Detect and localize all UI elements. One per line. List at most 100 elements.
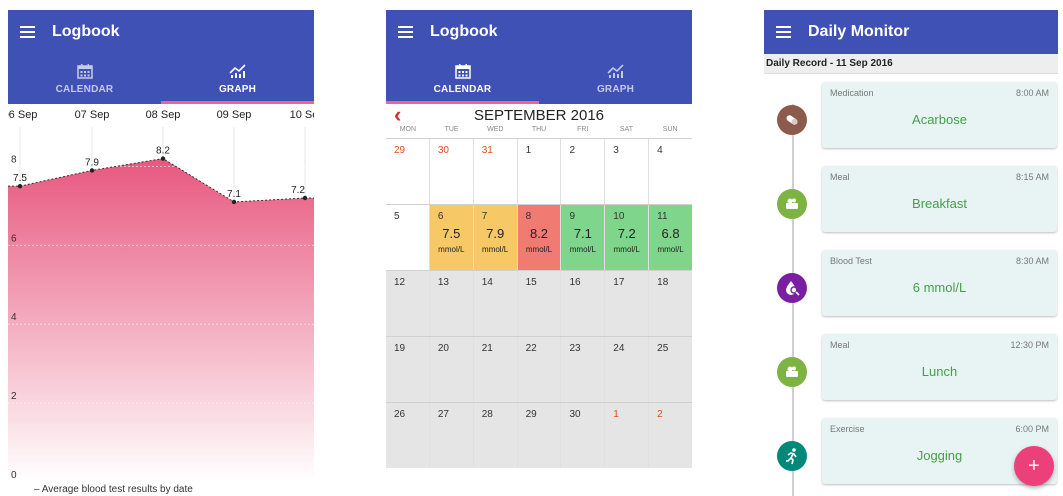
tab-calendar[interactable]: CALENDAR xyxy=(386,54,539,104)
day-number: 4 xyxy=(657,145,663,156)
date-label: 10 Se xyxy=(289,109,314,121)
weekday-label: MON xyxy=(399,126,417,133)
day-number: 3 xyxy=(613,145,619,156)
month-title: SEPTEMBER 2016 xyxy=(473,106,605,124)
data-point[interactable] xyxy=(17,183,23,189)
calendar-week: 29 30 31 1 2 3 4 xyxy=(386,138,692,204)
data-point[interactable] xyxy=(231,199,237,205)
calendar-day[interactable]: 6 7.5 mmol/L xyxy=(428,205,473,270)
tab-calendar[interactable]: CALENDAR xyxy=(8,54,161,104)
calendar-day[interactable]: 24 xyxy=(604,337,649,402)
calendar-day[interactable]: 27 xyxy=(428,403,473,468)
calendar-day[interactable]: 17 xyxy=(604,271,649,336)
y-tick-label: 4 xyxy=(11,312,17,323)
day-number: 30 xyxy=(569,409,581,420)
tab-label: CALENDAR xyxy=(55,84,114,95)
weekday-label: SUN xyxy=(662,126,678,133)
calendar-day[interactable]: 30 xyxy=(560,403,605,468)
day-number: 11 xyxy=(657,211,668,222)
calendar-day[interactable]: 8 8.2 mmol/L xyxy=(516,205,561,270)
calendar-week: 19 20 21 22 23 24 25 xyxy=(386,336,692,402)
data-point[interactable] xyxy=(302,195,308,201)
calendar-day[interactable]: 5 xyxy=(386,205,429,270)
entry-time: 8:15 AM xyxy=(1015,172,1049,182)
glucose-unit: mmol/L xyxy=(438,245,465,254)
glucose-unit: mmol/L xyxy=(525,245,553,254)
day-number: 2 xyxy=(657,409,663,420)
menu-icon[interactable] xyxy=(20,26,35,38)
calendar-day[interactable]: 4 xyxy=(648,139,692,204)
data-label: 7.9 xyxy=(85,157,99,168)
calendar-day[interactable]: 3 xyxy=(604,139,649,204)
calendar-day[interactable]: 15 xyxy=(516,271,561,336)
entry-card[interactable]: Blood Test 8:30 AM 6 mmol/L xyxy=(822,250,1057,316)
calendar-day[interactable]: 2 xyxy=(560,139,605,204)
day-number: 6 xyxy=(437,211,444,222)
data-point[interactable] xyxy=(160,156,166,161)
glucose-value: 7.2 xyxy=(617,226,636,241)
calendar-day[interactable]: 9 7.1 mmol/L xyxy=(560,205,605,270)
calendar-day[interactable]: 25 xyxy=(648,337,692,402)
entry-value: Breakfast xyxy=(912,196,967,211)
day-number: 29 xyxy=(525,409,537,420)
calendar-day[interactable]: 26 xyxy=(386,403,429,468)
day-number: 25 xyxy=(657,343,669,354)
entry-type: Blood Test xyxy=(830,256,872,266)
y-tick-label: 0 xyxy=(11,470,17,481)
calendar-day[interactable]: 16 xyxy=(560,271,605,336)
weekday-label: TUE xyxy=(444,126,459,133)
calendar-day[interactable]: 19 xyxy=(386,337,429,402)
entry-card[interactable]: Medication 8:00 AM Acarbose xyxy=(822,82,1057,148)
calendar-day[interactable]: 2 xyxy=(648,403,692,468)
date-label: 08 Sep xyxy=(145,109,181,121)
app-title: Daily Monitor xyxy=(808,23,910,40)
tab-graph[interactable]: GRAPH xyxy=(161,54,314,104)
calendar-day[interactable]: 7 7.9 mmol/L xyxy=(472,205,517,270)
calendar-day[interactable]: 29 xyxy=(386,139,429,204)
data-point[interactable] xyxy=(89,168,95,173)
calendar-day[interactable]: 1 xyxy=(604,403,649,468)
calendar-day[interactable]: 13 xyxy=(428,271,473,336)
day-number: 29 xyxy=(394,145,406,156)
calendar-day[interactable]: 21 xyxy=(472,337,517,402)
add-entry-button[interactable]: + xyxy=(1014,446,1054,486)
day-number: 2 xyxy=(569,145,575,156)
entry-card[interactable]: Meal 8:15 AM Breakfast xyxy=(822,166,1057,232)
tab-label: GRAPH xyxy=(596,84,635,95)
glucose-unit: mmol/L xyxy=(569,245,596,254)
calendar-day[interactable]: 14 xyxy=(472,271,517,336)
date-label: 09 Sep xyxy=(216,109,252,121)
menu-icon[interactable] xyxy=(776,26,791,38)
series-area xyxy=(8,158,314,483)
pill-icon xyxy=(777,105,807,135)
calendar-day[interactable]: 29 xyxy=(516,403,561,468)
entry-time: 12:30 PM xyxy=(1010,340,1049,350)
calendar-icon xyxy=(76,64,93,79)
calendar-day[interactable]: 30 xyxy=(428,139,473,204)
tab-graph[interactable]: GRAPH xyxy=(539,54,692,104)
menu-icon[interactable] xyxy=(398,26,413,38)
chevron-left-icon[interactable]: ‹ xyxy=(394,104,401,126)
tab-label: CALENDAR xyxy=(433,84,492,95)
app-bar: Daily Monitor xyxy=(764,10,1058,54)
calendar-day[interactable]: 22 xyxy=(516,337,561,402)
calendar-day[interactable]: 31 xyxy=(472,139,517,204)
calendar-day[interactable]: 11 6.8 mmol/L xyxy=(648,205,692,270)
calendar-day[interactable]: 1 xyxy=(516,139,561,204)
glucose-value: 8.2 xyxy=(529,226,549,241)
calendar-day[interactable]: 28 xyxy=(472,403,517,468)
blood-test-chart[interactable]: 0 2 4 6 8 7.5 7.9 8.2 7.1 7.2 – Average blood tes… xyxy=(8,127,314,496)
day-number: 1 xyxy=(525,145,532,156)
calendar-day[interactable]: 18 xyxy=(648,271,692,336)
day-number: 14 xyxy=(481,277,493,288)
data-label: 7.1 xyxy=(227,189,241,200)
calendar-day[interactable]: 10 7.2 mmol/L xyxy=(604,205,649,270)
weekday-label: THU xyxy=(531,126,547,133)
calendar-day[interactable]: 23 xyxy=(560,337,605,402)
calendar-day[interactable]: 20 xyxy=(428,337,473,402)
calendar-day[interactable]: 12 xyxy=(386,271,429,336)
entry-card[interactable]: Meal 12:30 PM Lunch xyxy=(822,334,1057,400)
entry-type: Meal xyxy=(830,340,850,350)
plus-icon: + xyxy=(1028,454,1040,477)
chart-legend: – Average blood test results by date xyxy=(34,484,193,495)
